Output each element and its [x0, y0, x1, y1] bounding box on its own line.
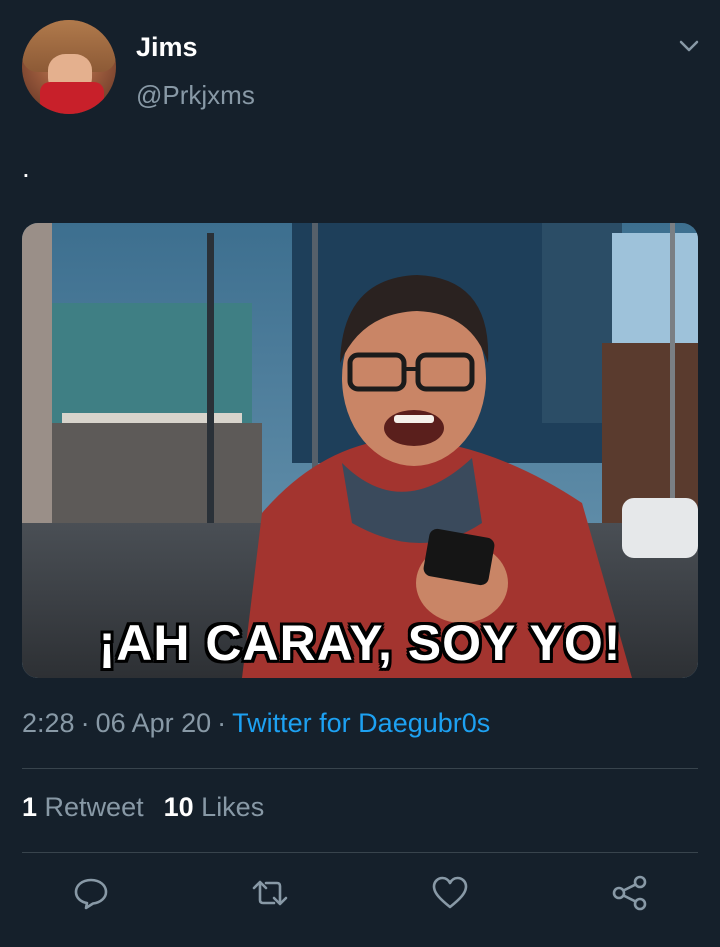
- display-name[interactable]: Jims: [136, 32, 198, 63]
- media-image: [22, 223, 698, 678]
- tweet-date: 06 Apr 20: [95, 708, 212, 738]
- tweet-source-link[interactable]: Twitter for Daegubr0s: [232, 708, 490, 738]
- share-button[interactable]: [610, 873, 650, 913]
- retweet-button[interactable]: [250, 873, 290, 913]
- meta-separator: ·: [80, 708, 90, 738]
- likes-count: 10: [163, 792, 194, 822]
- retweets-stat[interactable]: 1 Retweet: [22, 792, 144, 822]
- media-caption: ¡AH CARAY, SOY YO!: [98, 615, 622, 671]
- retweet-icon: [252, 880, 288, 906]
- divider: [22, 768, 698, 769]
- meta-separator: ·: [217, 708, 227, 738]
- divider: [22, 852, 698, 853]
- share-icon: [612, 875, 647, 911]
- tweet-text: .: [22, 152, 30, 183]
- user-handle[interactable]: @Prkjxms: [136, 80, 255, 111]
- tweet-media-gif[interactable]: ¡AH CARAY, SOY YO!: [22, 223, 698, 678]
- avatar[interactable]: [22, 20, 116, 114]
- chevron-down-icon[interactable]: [676, 36, 702, 56]
- likes-label: Likes: [201, 792, 265, 822]
- retweets-count: 1: [22, 792, 38, 822]
- retweets-label: Retweet: [44, 792, 144, 822]
- tweet-meta: 2:28 · 06 Apr 20 · Twitter for Daegubr0s: [22, 708, 490, 739]
- tweet-time: 2:28: [22, 708, 75, 738]
- like-button[interactable]: [430, 873, 470, 913]
- heart-icon: [432, 876, 468, 909]
- tweet-detail: Jims @Prkjxms . ¡AH CARAY, SOY YO! 2:28 …: [0, 0, 720, 947]
- reply-icon: [74, 878, 108, 910]
- likes-stat[interactable]: 10 Likes: [164, 792, 265, 822]
- tweet-stats: 1 Retweet 10 Likes: [22, 792, 264, 823]
- reply-button[interactable]: [71, 873, 111, 913]
